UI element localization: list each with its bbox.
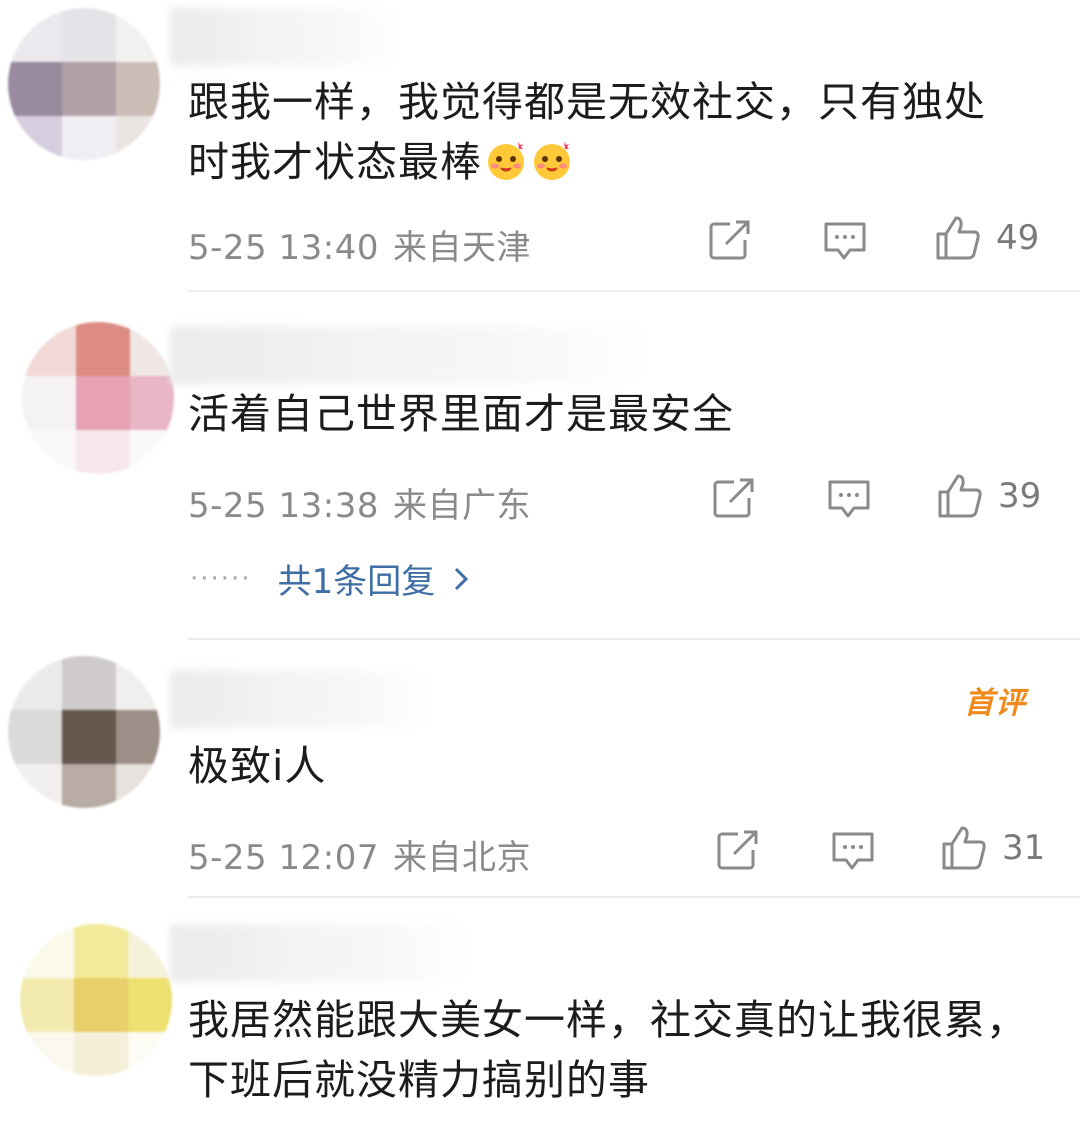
avatar[interactable] <box>20 924 172 1076</box>
like-button[interactable]: 31 <box>940 824 1045 872</box>
timestamp: 5-25 12:07 <box>188 838 379 878</box>
share-button[interactable] <box>708 220 752 260</box>
thumbs-up-icon <box>942 826 986 870</box>
comment-icon <box>824 222 866 260</box>
username[interactable] <box>170 670 430 728</box>
like-button[interactable]: 39 <box>936 472 1041 520</box>
chevron-right-icon <box>455 567 469 590</box>
comment-icon <box>828 480 870 518</box>
like-count: 49 <box>996 218 1040 258</box>
avatar[interactable] <box>22 322 174 474</box>
username[interactable] <box>170 924 470 982</box>
dots-separator: ······ <box>190 563 252 594</box>
timestamp: 5-25 13:40 <box>188 228 379 268</box>
view-replies-link[interactable]: ······ 共1条回复 <box>190 554 469 603</box>
replies-count: 共1条回复 <box>277 562 436 602</box>
comment-item: 活着自己世界里面才是最安全 5-25 13:38 来自广东 39 ······ 共… <box>0 292 1080 640</box>
comment-icon <box>832 832 874 870</box>
share-icon <box>713 478 754 518</box>
share-icon <box>709 220 750 260</box>
comment-item: 首评 极致i人 5-25 12:07 来自北京 31 <box>0 640 1080 898</box>
first-comment-badge: 首评 <box>964 686 1026 721</box>
comment-button[interactable] <box>826 478 872 520</box>
location: 来自广东 <box>392 486 531 526</box>
comment-meta: 5-25 13:38 来自广东 <box>188 478 531 527</box>
like-button[interactable]: 49 <box>934 214 1039 262</box>
share-icon <box>717 830 758 870</box>
share-button[interactable] <box>712 478 756 518</box>
blushing-hug-emoji <box>488 142 524 180</box>
comment-meta: 5-25 13:40 来自天津 <box>188 220 531 269</box>
timestamp: 5-25 13:38 <box>188 486 379 526</box>
comment-item: 跟我一样，我觉得都是无效社交，只有独处 时我才状态最棒 5-25 13:40 来自… <box>0 0 1080 292</box>
blushing-hug-emoji <box>534 142 570 180</box>
comment-text: 我居然能跟大美女一样，社交真的让我很累， 下班后就没精力搞别的事 <box>188 996 1028 1104</box>
comment-item: 我居然能跟大美女一样，社交真的让我很累， 下班后就没精力搞别的事 <box>0 898 1080 1136</box>
like-count: 31 <box>1002 828 1046 868</box>
like-count: 39 <box>998 476 1042 516</box>
comment-text: 活着自己世界里面才是最安全 <box>188 390 734 438</box>
thumbs-up-icon <box>938 474 982 518</box>
comment-text: 跟我一样，我觉得都是无效社交，只有独处 时我才状态最棒 <box>188 78 986 186</box>
avatar[interactable] <box>8 656 160 808</box>
share-button[interactable] <box>716 830 760 870</box>
location: 来自北京 <box>392 838 531 878</box>
avatar[interactable] <box>8 8 160 160</box>
comment-button[interactable] <box>830 830 876 872</box>
thumbs-up-icon <box>936 216 980 260</box>
username[interactable] <box>170 8 400 66</box>
comment-text: 极致i人 <box>188 742 327 790</box>
comment-meta: 5-25 12:07 来自北京 <box>188 830 531 879</box>
username[interactable] <box>170 326 650 384</box>
location: 来自天津 <box>392 228 531 268</box>
comment-button[interactable] <box>822 220 868 262</box>
